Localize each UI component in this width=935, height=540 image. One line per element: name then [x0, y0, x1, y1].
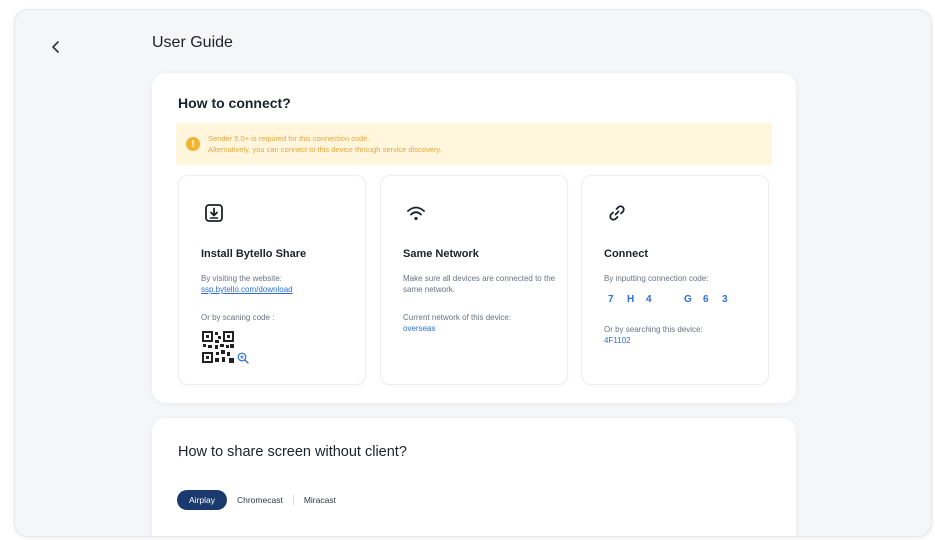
- code-char: H: [627, 294, 635, 305]
- code-char: 6: [703, 294, 709, 305]
- step-network-text: Make sure all devices are connected to t…: [403, 274, 556, 294]
- app-window: User Guide How to connect? ! Sender 5.0+…: [14, 9, 932, 537]
- download-link[interactable]: ssp.bytello.com/download: [201, 285, 293, 294]
- code-char: G: [684, 294, 692, 305]
- link-icon: [609, 205, 625, 221]
- current-network-value: overseas: [403, 324, 436, 333]
- back-button[interactable]: [47, 38, 65, 56]
- step-install-title: Install Bytello Share: [201, 248, 307, 260]
- notice-line-2: Alternatively, you can connect to this d…: [208, 145, 442, 154]
- connection-code-label: By inputting connection code:: [604, 274, 709, 283]
- zoom-in-icon[interactable]: [237, 352, 249, 364]
- scan-code-text: Or by scaning code :: [201, 313, 275, 322]
- code-gap: [665, 294, 684, 305]
- connection-code: 7 H 4 G 6 3: [608, 294, 741, 305]
- connect-card-title: How to connect?: [178, 95, 291, 111]
- share-card: How to share screen without client? Airp…: [152, 418, 796, 536]
- connect-card: How to connect? ! Sender 5.0+ is require…: [152, 73, 796, 403]
- search-device-label: Or by searching this device:: [604, 325, 703, 334]
- step-install: Install Bytello Share By visiting the we…: [178, 175, 366, 385]
- step-connect: Connect By inputting connection code: 7 …: [581, 175, 769, 385]
- step-network-title: Same Network: [403, 248, 479, 260]
- step-install-text: By visiting the website:: [201, 274, 282, 283]
- device-name: 4F1102: [604, 336, 631, 345]
- tab-miracast[interactable]: Miracast: [294, 490, 346, 510]
- wifi-icon: [407, 206, 425, 221]
- download-icon: [205, 204, 223, 222]
- tab-airplay[interactable]: Airplay: [177, 490, 227, 510]
- qr-code-icon: [201, 330, 235, 364]
- version-notice: ! Sender 5.0+ is required for this conne…: [176, 123, 772, 165]
- chevron-left-icon: [52, 41, 59, 53]
- notice-text: Sender 5.0+ is required for this connect…: [208, 133, 442, 155]
- code-char: 7: [608, 294, 614, 305]
- step-network: Same Network Make sure all devices are c…: [380, 175, 568, 385]
- current-network-label: Current network of this device:: [403, 313, 512, 322]
- step-connect-title: Connect: [604, 248, 648, 260]
- code-char: 3: [722, 294, 728, 305]
- share-card-title: How to share screen without client?: [178, 444, 407, 460]
- warning-icon: !: [186, 137, 200, 151]
- share-tabs: Airplay Chromecast Miracast: [177, 490, 346, 510]
- tab-chromecast[interactable]: Chromecast: [227, 490, 293, 510]
- code-char: 4: [646, 294, 652, 305]
- notice-line-1: Sender 5.0+ is required for this connect…: [208, 134, 370, 143]
- page-title: User Guide: [152, 34, 233, 51]
